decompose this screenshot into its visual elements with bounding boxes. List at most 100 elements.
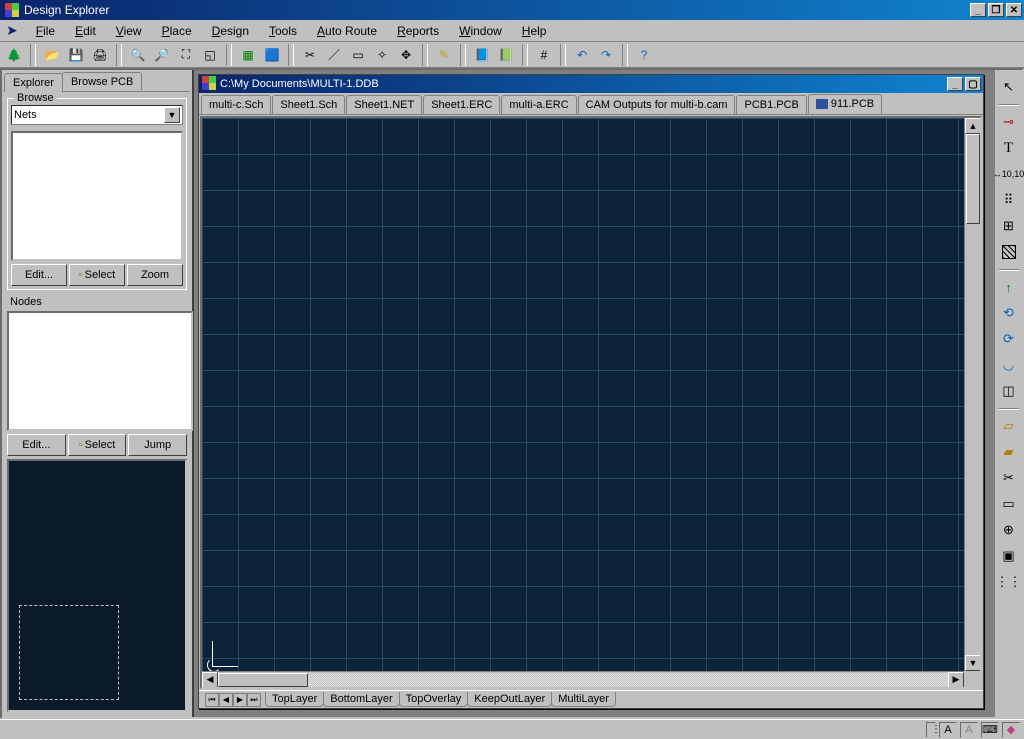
scroll-right-icon[interactable]: ▶ (948, 672, 964, 688)
arc-edge-icon[interactable]: ◡ (998, 354, 1020, 376)
nodes-listbox[interactable] (7, 311, 193, 431)
origin-tool-icon[interactable]: ⊕ (998, 519, 1020, 541)
ftab-4[interactable]: multi-a.ERC (501, 95, 576, 115)
tb-select-icon[interactable]: ▭ (347, 44, 369, 66)
nets-edit-button[interactable]: Edit... (11, 264, 67, 286)
tb-layer-icon[interactable]: 🟦 (261, 44, 283, 66)
nets-listbox[interactable] (11, 131, 183, 261)
tb-book1-icon[interactable]: 📘 (471, 44, 493, 66)
tb-zoom-out-icon[interactable]: 🔎 (151, 44, 173, 66)
layer-top[interactable]: TopLayer (265, 692, 324, 707)
tb-save-icon[interactable]: 💾 (65, 44, 87, 66)
menu-reports[interactable]: Reports (389, 22, 447, 40)
tb-undo-icon[interactable]: ↶ (571, 44, 593, 66)
doc-maximize-button[interactable]: ▢ (965, 77, 981, 91)
ftab-0[interactable]: multi-c.Sch (201, 95, 271, 115)
layer-bottom[interactable]: BottomLayer (323, 692, 399, 707)
maximize-button[interactable]: ❐ (988, 3, 1004, 17)
room-tool-icon[interactable]: ▭ (998, 493, 1020, 515)
tb-help-icon[interactable]: ? (633, 44, 655, 66)
layer-next-icon[interactable]: ▶ (233, 693, 247, 707)
browse-combo[interactable]: Nets ▼ (11, 105, 183, 125)
menu-file[interactable]: File (28, 22, 63, 40)
tb-cross-icon[interactable]: ✧ (371, 44, 393, 66)
ftab-6[interactable]: PCB1.PCB (736, 95, 806, 115)
scroll-down-icon[interactable]: ▼ (965, 655, 981, 671)
chevron-down-icon[interactable]: ▼ (164, 107, 180, 123)
hscroll-thumb[interactable] (218, 673, 308, 687)
scroll-left-icon[interactable]: ◀ (202, 672, 218, 688)
doc-minimize-button[interactable]: _ (947, 77, 963, 91)
tb-move-icon[interactable]: ✥ (395, 44, 417, 66)
polygon2-icon[interactable]: ▰ (998, 441, 1020, 463)
tb-grid-icon[interactable]: # (533, 44, 555, 66)
tb-zoom-window-icon[interactable]: ◱ (199, 44, 221, 66)
menu-help[interactable]: Help (514, 22, 555, 40)
paste-tool-icon[interactable]: ✂ (998, 467, 1020, 489)
tb-redo-icon[interactable]: ↷ (595, 44, 617, 66)
menu-design[interactable]: Design (204, 22, 257, 40)
minimize-button[interactable]: _ (970, 3, 986, 17)
nodes-edit-button[interactable]: Edit... (7, 434, 66, 456)
arc-cw-icon[interactable]: ⟳ (998, 328, 1020, 350)
menu-autoroute[interactable]: Auto Route (309, 22, 385, 40)
scroll-up-icon[interactable]: ▲ (965, 118, 981, 134)
array-tool-icon[interactable]: ⋮⋮ (998, 571, 1020, 593)
layer-first-icon[interactable]: ⏮ (205, 693, 219, 707)
status-mode-a[interactable]: A (939, 722, 957, 738)
vertical-scrollbar[interactable]: ▲ ▼ (964, 118, 980, 671)
nets-zoom-button[interactable]: Zoom (127, 264, 183, 286)
ftab-1[interactable]: Sheet1.Sch (272, 95, 345, 115)
tb-tree-icon[interactable]: 🌲 (3, 44, 25, 66)
status-keyboard-icon[interactable]: ⌨ (981, 722, 999, 738)
clip-tool-icon[interactable]: ◫ (998, 380, 1020, 402)
pad-array-icon[interactable]: ⊞ (998, 215, 1020, 237)
tb-board-icon[interactable]: ▦ (237, 44, 259, 66)
layer-keepout[interactable]: KeepOutLayer (467, 692, 552, 707)
minimap-viewport[interactable] (19, 605, 119, 700)
ftab-2[interactable]: Sheet1.NET (346, 95, 422, 115)
component-tool-icon[interactable]: ▣ (998, 545, 1020, 567)
status-mode-a2[interactable]: A (960, 722, 978, 738)
tab-explorer[interactable]: Explorer (4, 73, 63, 92)
menu-tools[interactable]: Tools (261, 22, 305, 40)
cursor-tool-icon[interactable]: ↖ (998, 76, 1020, 98)
menu-place[interactable]: Place (154, 22, 200, 40)
tb-line-icon[interactable]: ／ (323, 44, 345, 66)
via-array-icon[interactable]: ⠿ (998, 189, 1020, 211)
menu-window[interactable]: Window (451, 22, 510, 40)
tb-print-icon[interactable]: 🖨 (89, 44, 111, 66)
nets-select-button[interactable]: ▫Select (69, 264, 125, 286)
tb-open-icon[interactable]: 📂 (41, 44, 63, 66)
tb-cut-icon[interactable]: ✂ (299, 44, 321, 66)
fill-tool-icon[interactable] (998, 241, 1020, 263)
dimension-tool-icon[interactable]: ↔10,10 (998, 163, 1020, 185)
tab-browse-pcb[interactable]: Browse PCB (62, 72, 142, 91)
vscroll-thumb[interactable] (966, 134, 980, 224)
text-tool-icon[interactable]: T (998, 137, 1020, 159)
track-tool-icon[interactable]: ⊸ (998, 111, 1020, 133)
tb-zoom-in-icon[interactable]: 🔍 (127, 44, 149, 66)
layer-last-icon[interactable]: ⏭ (247, 693, 261, 707)
nodes-select-button[interactable]: ▫Select (68, 434, 127, 456)
ftab-3[interactable]: Sheet1.ERC (423, 95, 500, 115)
status-eraser-icon[interactable]: ◆ (1002, 722, 1020, 738)
arc-ccw-icon[interactable]: ⟲ (998, 302, 1020, 324)
minimap[interactable] (7, 459, 187, 712)
close-button[interactable]: ✕ (1006, 3, 1022, 17)
pcb-canvas[interactable] (202, 118, 964, 671)
horizontal-scrollbar[interactable]: ◀ ▶ (202, 671, 964, 687)
ftab-7[interactable]: 911.PCB (808, 94, 882, 114)
layer-multi[interactable]: MultiLayer (551, 692, 616, 707)
polygon1-icon[interactable]: ▱ (998, 415, 1020, 437)
ftab-5[interactable]: CAM Outputs for multi-b.cam (578, 95, 736, 115)
status-resize-grip[interactable]: ⋮ (926, 722, 936, 738)
tb-book2-icon[interactable]: 📗 (495, 44, 517, 66)
arrow-up-tool-icon[interactable]: ↑ (998, 276, 1020, 298)
nodes-jump-button[interactable]: Jump (128, 434, 187, 456)
menu-edit[interactable]: Edit (67, 22, 104, 40)
tb-highlight-icon[interactable]: ✎ (433, 44, 455, 66)
menu-view[interactable]: View (108, 22, 150, 40)
layer-prev-icon[interactable]: ◀ (219, 693, 233, 707)
tb-zoom-fit-icon[interactable]: ⛶ (175, 44, 197, 66)
